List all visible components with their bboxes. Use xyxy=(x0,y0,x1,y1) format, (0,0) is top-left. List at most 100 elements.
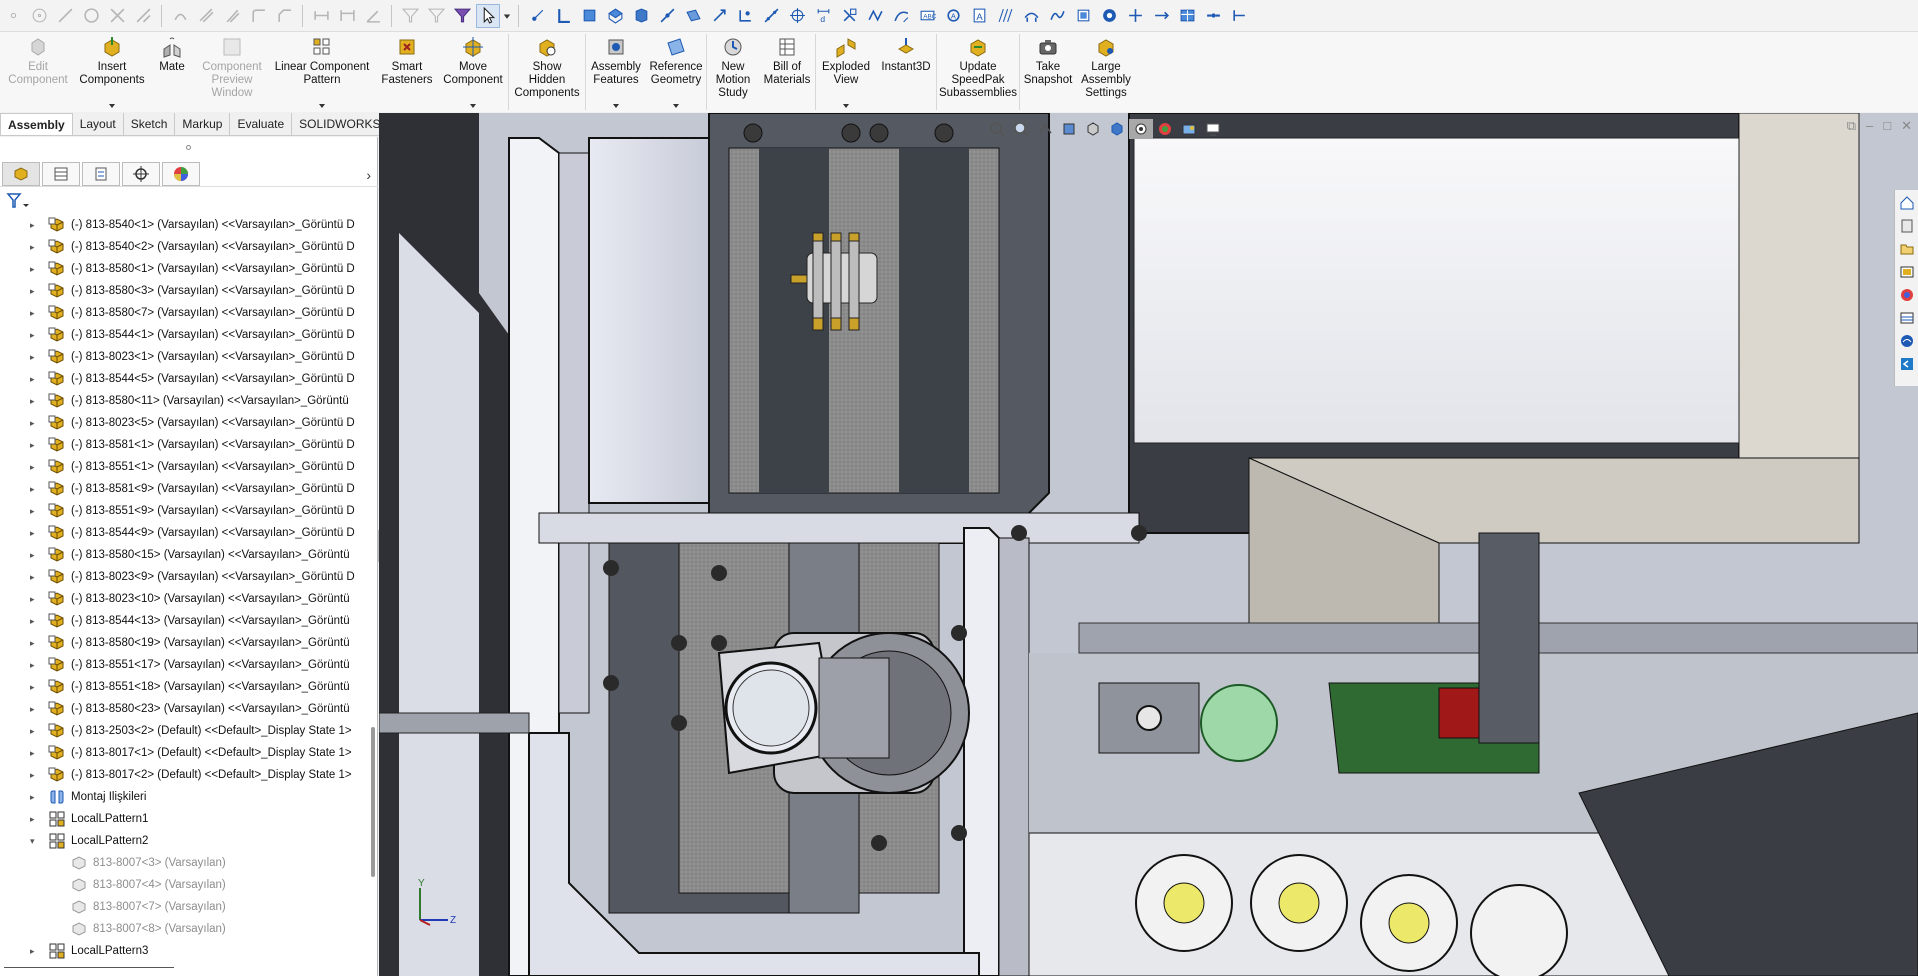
select-plane-icon[interactable] xyxy=(681,4,705,28)
select-mate-reference-icon[interactable] xyxy=(1149,4,1173,28)
tree-scrollbar[interactable] xyxy=(371,727,375,877)
tree-item[interactable]: ▸ (-) 813-8544<9> (Varsayılan) <<Varsayıl… xyxy=(0,522,362,544)
pinion-gear-part[interactable] xyxy=(1200,684,1278,762)
select-text-icon[interactable]: A xyxy=(967,4,991,28)
tree-item[interactable]: ▸813-8007<4> (Varsayılan) xyxy=(0,874,362,896)
expand-arrow-icon[interactable]: ▸ xyxy=(30,352,40,363)
tree-item[interactable]: ▾ LocalLPattern2 xyxy=(0,830,362,852)
select-face-icon[interactable] xyxy=(577,4,601,28)
view-orientation-icon[interactable] xyxy=(1081,119,1105,139)
move-component-dropdown-icon[interactable] xyxy=(470,104,476,108)
reference-geometry-dropdown-icon[interactable] xyxy=(673,104,679,108)
expand-arrow-icon[interactable]: ▾ xyxy=(30,836,40,847)
expand-arrow-icon[interactable]: ▸ xyxy=(30,374,40,385)
tree-item[interactable]: ▸ (-) 813-8551<17> (Varsayılan) <<Varsayı… xyxy=(0,654,362,676)
maximize-icon[interactable]: □ xyxy=(1883,118,1891,134)
expand-arrow-icon[interactable]: ▸ xyxy=(30,704,40,715)
edit-component-button[interactable]: Edit Component xyxy=(0,32,76,112)
tab-sketch[interactable]: Sketch xyxy=(124,113,176,135)
select-spline-icon[interactable] xyxy=(1045,4,1069,28)
tree-item[interactable]: ▸813-8007<7> (Varsayılan) xyxy=(0,896,362,918)
expand-arrow-icon[interactable]: ▸ xyxy=(30,462,40,473)
exploded-view-dropdown-icon[interactable] xyxy=(843,104,849,108)
expand-arrow-icon[interactable]: ▸ xyxy=(30,484,40,495)
tree-item[interactable]: ▸ (-) 813-8017<2> (Default) <<Default>_Di… xyxy=(0,764,362,786)
select-edge-icon[interactable] xyxy=(551,4,575,28)
tree-item[interactable]: ▸ (-) 813-8551<18> (Varsayılan) <<Varsayı… xyxy=(0,676,362,698)
tree-item[interactable]: ▸813-8007<8> (Varsayılan) xyxy=(0,918,362,940)
assembly-features-button[interactable]: Assembly Features xyxy=(586,32,646,112)
point-icon[interactable] xyxy=(1,4,25,28)
tab-markup[interactable]: Markup xyxy=(175,113,231,135)
feature-manager-tab[interactable] xyxy=(2,161,40,186)
move-component-button[interactable]: Move Component xyxy=(438,32,508,112)
panel-handle-icon[interactable] xyxy=(186,145,191,150)
offset-icon[interactable] xyxy=(194,4,218,28)
select-weld-icon[interactable] xyxy=(863,4,887,28)
graphics-viewport[interactable]: ⧉ – □ ✕ xyxy=(379,113,1918,976)
expand-arrow-icon[interactable]: ▸ xyxy=(30,946,40,957)
appearances-icon[interactable] xyxy=(1897,285,1917,305)
expand-arrow-icon[interactable]: ▸ xyxy=(30,286,40,297)
angle-icon[interactable] xyxy=(361,4,385,28)
linear-pattern-dropdown-icon[interactable] xyxy=(319,104,325,108)
tree-item[interactable]: ▸ Montaj İlişkileri xyxy=(0,786,362,808)
select-origin-icon[interactable] xyxy=(785,4,809,28)
select-sketch-icon[interactable] xyxy=(655,4,679,28)
select-hatch-icon[interactable] xyxy=(993,4,1017,28)
trim-icon[interactable] xyxy=(105,4,129,28)
expand-arrow-icon[interactable]: ▸ xyxy=(30,770,40,781)
assembly-3d-model[interactable] xyxy=(379,113,1918,976)
expand-panel-icon[interactable]: › xyxy=(366,167,371,183)
tree-item[interactable]: ▸ (-) 813-8580<11> (Varsayılan) <<Varsayı… xyxy=(0,390,362,412)
tree-item[interactable]: ▸ LocalLPattern1 xyxy=(0,808,362,830)
expand-arrow-icon[interactable]: ▸ xyxy=(30,814,40,825)
expand-arrow-icon[interactable]: ▸ xyxy=(30,550,40,561)
expand-arrow-icon[interactable]: ▸ xyxy=(30,682,40,693)
solidworks-add-in-icon[interactable] xyxy=(1897,354,1917,374)
expand-arrow-icon[interactable]: ▸ xyxy=(30,330,40,341)
select-table-icon[interactable] xyxy=(1175,4,1199,28)
display-manager-tab[interactable] xyxy=(162,161,200,186)
instant3d-button[interactable]: Instant3D xyxy=(876,32,936,112)
hide-show-items-icon[interactable] xyxy=(1129,119,1153,139)
assembly-features-dropdown-icon[interactable] xyxy=(613,104,619,108)
tree-item[interactable]: ▸ (-) 813-8580<1> (Varsayılan) <<Varsayıl… xyxy=(0,258,362,280)
tree-item[interactable]: ▸ (-) 813-8544<5> (Varsayılan) <<Varsayıl… xyxy=(0,368,362,390)
dimxpert-manager-tab[interactable] xyxy=(122,161,160,186)
file-explorer-icon[interactable] xyxy=(1897,239,1917,259)
edit-appearance-icon[interactable] xyxy=(1153,119,1177,139)
circle-point-icon[interactable] xyxy=(27,4,51,28)
circle-icon[interactable] xyxy=(79,4,103,28)
tree-item[interactable]: ▸ (-) 813-8023<10> (Varsayılan) <<Varsayı… xyxy=(0,588,362,610)
view-palette-icon[interactable] xyxy=(1897,262,1917,282)
expand-arrow-icon[interactable]: ▸ xyxy=(30,616,40,627)
filter-faces-icon[interactable] xyxy=(398,4,422,28)
close-icon[interactable]: ✕ xyxy=(1901,118,1912,134)
configuration-manager-tab[interactable] xyxy=(82,161,120,186)
display-style-icon[interactable] xyxy=(1105,119,1129,139)
insert-components-dropdown-icon[interactable] xyxy=(109,104,115,108)
expand-arrow-icon[interactable]: ▸ xyxy=(30,792,40,803)
apply-scene-icon[interactable] xyxy=(1177,119,1201,139)
expand-arrow-icon[interactable]: ▸ xyxy=(30,528,40,539)
tree-item[interactable]: ▸ (-) 813-8540<2> (Varsayılan) <<Varsayıl… xyxy=(0,236,362,258)
expand-arrow-icon[interactable]: ▸ xyxy=(30,264,40,275)
take-snapshot-button[interactable]: Take Snapshot xyxy=(1020,32,1076,112)
select-surface-finish-icon[interactable]: A xyxy=(941,4,965,28)
bill-of-materials-button[interactable]: Bill of Materials xyxy=(759,32,815,112)
select-point-icon[interactable] xyxy=(733,4,757,28)
view-settings-icon[interactable] xyxy=(1201,119,1225,139)
expand-arrow-icon[interactable]: ▸ xyxy=(30,396,40,407)
select-dropdown-icon[interactable] xyxy=(502,4,512,28)
forum-icon[interactable] xyxy=(1897,331,1917,351)
tree-filter-icon[interactable] xyxy=(6,192,36,210)
select-hole-icon[interactable] xyxy=(1097,4,1121,28)
zoom-to-fit-icon[interactable] xyxy=(985,119,1009,139)
tree-item[interactable]: ▸ (-) 813-8023<9> (Varsayılan) <<Varsayıl… xyxy=(0,566,362,588)
restore-icon[interactable]: ⧉ xyxy=(1847,118,1856,134)
expand-arrow-icon[interactable]: ▸ xyxy=(30,308,40,319)
expand-arrow-icon[interactable]: ▸ xyxy=(30,660,40,671)
zoom-to-area-icon[interactable] xyxy=(1009,119,1033,139)
expand-arrow-icon[interactable]: ▸ xyxy=(30,572,40,583)
